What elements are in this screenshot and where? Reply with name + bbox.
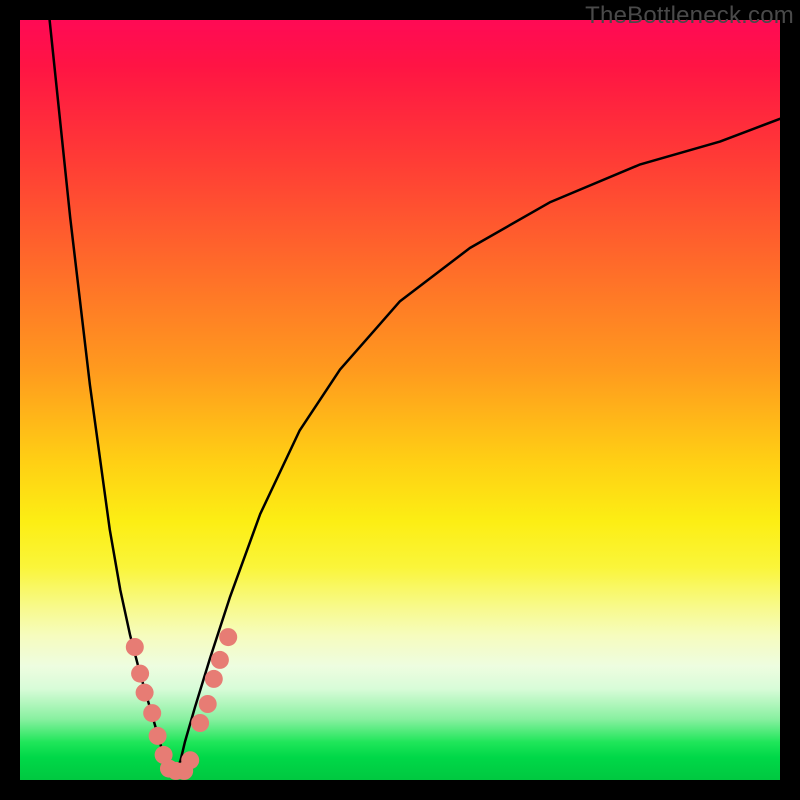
data-marker bbox=[149, 727, 167, 745]
data-marker bbox=[131, 665, 149, 683]
curve-layer bbox=[50, 20, 780, 772]
data-marker bbox=[191, 714, 209, 732]
data-marker bbox=[211, 651, 229, 669]
data-marker bbox=[199, 695, 217, 713]
data-marker bbox=[143, 704, 161, 722]
chart-frame: TheBottleneck.com bbox=[0, 0, 800, 800]
series-left-branch bbox=[50, 20, 170, 772]
data-marker bbox=[219, 628, 237, 646]
chart-svg bbox=[20, 20, 780, 780]
data-marker bbox=[126, 638, 144, 656]
data-marker bbox=[205, 670, 223, 688]
data-marker bbox=[181, 751, 199, 769]
series-right-branch bbox=[175, 119, 780, 773]
watermark-text: TheBottleneck.com bbox=[585, 2, 794, 30]
data-marker bbox=[136, 684, 154, 702]
